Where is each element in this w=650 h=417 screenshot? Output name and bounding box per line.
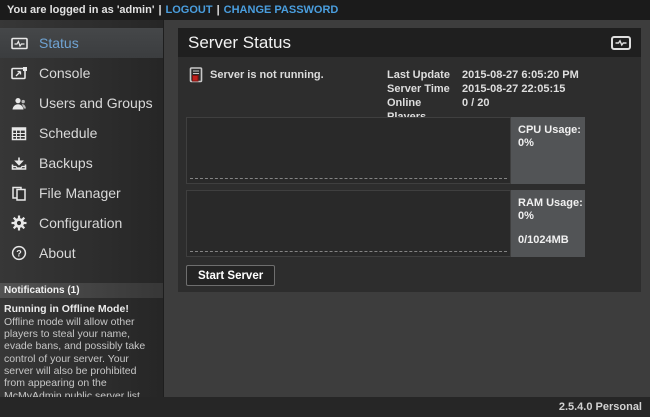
graph-baseline [190,178,507,179]
cpu-usage-label: CPU Usage: 0% [511,117,585,184]
info-row: Server Time 2015-08-27 22:05:15 [387,82,579,96]
sidebar-item-label: Backups [39,155,93,171]
sidebar-item-console[interactable]: Console [0,58,163,88]
sidebar-item-about[interactable]: ? About [0,238,163,268]
notification-title: Running in Offline Mode! [4,303,159,316]
gear-icon [10,215,28,232]
start-server-button[interactable]: Start Server [186,265,275,286]
panel-header: Server Status [178,28,641,57]
server-status-message: Server is not running. [210,69,324,81]
change-password-link[interactable]: CHANGE PASSWORD [224,4,339,16]
separator: | [213,4,224,16]
ram-usage-label: RAM Usage: 0% 0/1024MB [511,190,585,257]
sidebar-item-backups[interactable]: Backups [0,148,163,178]
info-label: Last Update [387,68,462,82]
sidebar-item-status[interactable]: Status [0,28,163,58]
graph-baseline [190,251,507,252]
cpu-usage-graph: CPU Usage: 0% [186,117,585,184]
panel-body: Server is not running. Last Update 2015-… [178,57,641,292]
version-text: 2.5.4.0 Personal [559,401,642,413]
console-icon [10,65,28,82]
footer: 2.5.4.0 Personal [0,397,650,417]
cpu-graph-area [186,117,511,184]
logged-in-text: You are logged in as 'admin' [7,4,154,16]
info-value: 2015-08-27 6:05:20 PM [462,68,579,82]
ram-usage-value: 0% [518,210,585,223]
sidebar-item-label: About [39,245,76,261]
schedule-icon [10,125,28,142]
sidebar-menu: Status Console Users and [0,20,163,268]
info-label: Server Time [387,82,462,96]
page-title: Server Status [188,33,291,53]
server-status-panel: Server Status Server is not running. Las… [178,28,641,292]
topbar: You are logged in as 'admin'|LOGOUT|CHAN… [0,0,650,20]
server-status-row: Server is not running. [189,67,324,83]
sidebar-item-label: Status [39,35,79,51]
ram-usage-graph: RAM Usage: 0% 0/1024MB [186,190,585,257]
info-value: 2015-08-27 22:05:15 [462,82,565,96]
status-pulse-icon [10,35,28,52]
file-manager-icon [10,185,28,202]
question-icon: ? [10,245,28,262]
server-info-grid: Last Update 2015-08-27 6:05:20 PM Server… [387,68,579,124]
sidebar-item-label: Console [39,65,90,81]
sidebar-item-file-manager[interactable]: File Manager [0,178,163,208]
ram-graph-area [186,190,511,257]
sidebar-item-label: Schedule [39,125,97,141]
status-pulse-icon[interactable] [611,36,631,50]
sidebar-item-schedule[interactable]: Schedule [0,118,163,148]
sidebar-item-label: Users and Groups [39,95,153,111]
info-row: Last Update 2015-08-27 6:05:20 PM [387,68,579,82]
ram-usage-detail: 0/1024MB [518,234,585,247]
cpu-usage-title: CPU Usage: [518,124,585,137]
sidebar: Status Console Users and [0,20,164,397]
notifications-header: Notifications (1) [0,283,163,298]
sidebar-item-users-and-groups[interactable]: Users and Groups [0,88,163,118]
cpu-usage-value: 0% [518,137,585,150]
separator: | [154,4,165,16]
ram-usage-title: RAM Usage: [518,197,585,210]
logout-link[interactable]: LOGOUT [166,4,213,16]
sidebar-item-label: Configuration [39,215,122,231]
sidebar-item-configuration[interactable]: Configuration [0,208,163,238]
svg-text:?: ? [16,248,22,258]
users-icon [10,95,28,112]
backups-icon [10,155,28,172]
sidebar-item-label: File Manager [39,185,121,201]
server-stopped-icon [189,67,203,83]
